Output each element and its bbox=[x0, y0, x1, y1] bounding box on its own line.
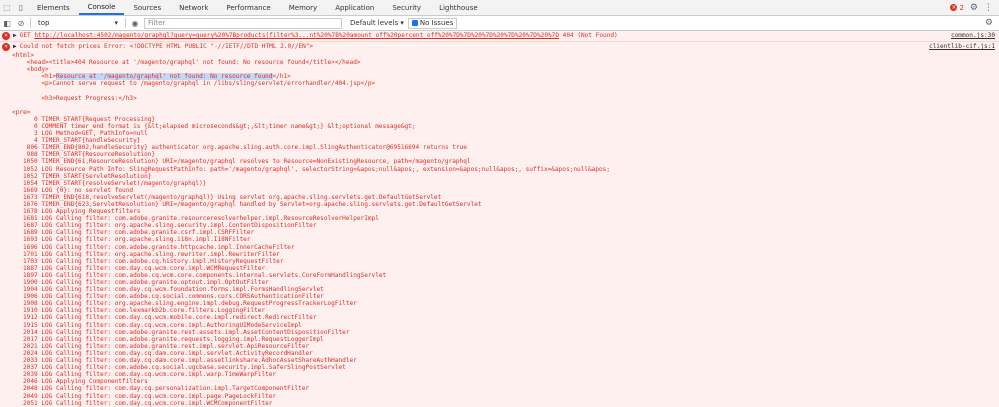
source-link[interactable]: clientlib-cif.js:1 bbox=[923, 43, 995, 51]
source-link[interactable]: common.js:30 bbox=[945, 32, 995, 40]
error-body-line: 1887 LOG Calling filter: com.day.cq.wcm.… bbox=[12, 264, 266, 272]
error-body-line: 1052 TIMER_START{ServletResolution} bbox=[12, 172, 152, 180]
error-body-line bbox=[12, 102, 995, 109]
request-method: GET bbox=[19, 32, 35, 39]
selected-text: Resource at '/magento/graphql' not found… bbox=[56, 73, 273, 81]
filter-input[interactable]: Filter bbox=[144, 17, 342, 29]
error-body-line: 1676 TIMER_END{623,ServletResolution} UR… bbox=[12, 200, 482, 208]
error-body-line: 2017 LOG Calling filter: com.adobe.grani… bbox=[12, 335, 324, 343]
h1-close-tag: </h1> bbox=[272, 73, 291, 81]
issues-label: No Issues bbox=[419, 19, 454, 27]
tab-elements[interactable]: Elements bbox=[28, 0, 79, 15]
clear-console-icon[interactable]: ⊘ bbox=[16, 18, 26, 28]
h1-open-tag: <h1> bbox=[12, 73, 57, 81]
expand-caret-icon[interactable]: ▶ bbox=[13, 43, 17, 51]
error-body-line bbox=[12, 87, 995, 94]
issues-icon bbox=[411, 20, 418, 26]
chevron-down-icon: ▾ bbox=[114, 19, 118, 27]
error-body-line: 1915 LOG Calling filter: com.day.cq.wcm.… bbox=[12, 321, 302, 329]
inspect-icon[interactable]: ⬚ bbox=[0, 0, 14, 15]
divider bbox=[125, 18, 126, 28]
error-count: 2 bbox=[959, 3, 964, 12]
eye-icon[interactable]: ◉ bbox=[130, 18, 140, 28]
device-toolbar-icon[interactable]: ▯ bbox=[14, 0, 28, 15]
expand-caret-icon[interactable]: ▶ bbox=[13, 32, 17, 40]
error-body-line: 1681 LOG Calling filter: com.adobe.grani… bbox=[12, 215, 379, 223]
error-body-line: <p>Cannot serve request to /magento/grap… bbox=[12, 80, 376, 88]
error-body-line: 2024 LOG Calling filter: com.day.cq.dam.… bbox=[12, 349, 313, 357]
error-body-line: 1054 TIMER_START{resolveServlet(/magento… bbox=[12, 179, 207, 187]
error-body-line: <pre> bbox=[12, 108, 31, 116]
error-message-text: Could not fetch prices Error: <!DOCTYPE … bbox=[19, 43, 314, 50]
error-body-line: 1703 LOG Calling filter: com.adobe.cq.hi… bbox=[12, 257, 284, 265]
error-body-line: 1687 LOG Calling filter: org.apache.slin… bbox=[12, 222, 317, 230]
error-body-line: 1673 TIMER_END{618,resolveServlet(/magen… bbox=[12, 193, 442, 201]
error-body-line: 1906 LOG Calling filter: com.adobe.cq.so… bbox=[12, 293, 324, 301]
context-selector[interactable]: top ▾ bbox=[35, 19, 121, 27]
issues-button[interactable]: No Issues bbox=[407, 17, 458, 29]
error-body-line: 2014 LOG Calling filter: com.adobe.grani… bbox=[12, 328, 350, 336]
request-url-link[interactable]: http://localhost:4502/magento/graphql?qu… bbox=[34, 32, 559, 39]
devtools-tabbar: ⬚ ▯ Elements Console Sources Network Per… bbox=[0, 0, 999, 16]
error-body-line: <h3>Request Progress:</h3> bbox=[12, 94, 137, 102]
error-body-line: <body> bbox=[12, 66, 49, 74]
error-body-line: 806 TIMER_END{802,handleSecurity} authen… bbox=[12, 144, 467, 152]
error-body-line: 1678 LOG Applying Requestfilters bbox=[12, 208, 141, 216]
divider bbox=[30, 18, 31, 28]
error-body-line: 2021 LOG Calling filter: com.adobe.grani… bbox=[12, 342, 310, 350]
error-body-line: 2049 LOG Calling filter: com.day.cq.wcm.… bbox=[12, 392, 277, 400]
console-settings-gear-icon[interactable]: ⚙ bbox=[985, 18, 999, 28]
error-message-body: <html> <head><title>404 Resource at '/ma… bbox=[0, 52, 999, 407]
error-body-line: 0 COMMENT timer_end format is {&lt;elaps… bbox=[12, 122, 416, 130]
error-body-line: 1669 LOG {0}: no servlet found bbox=[12, 186, 134, 194]
error-counter[interactable]: × 2 bbox=[950, 3, 964, 12]
error-body-line: 1900 LOG Calling filter: com.adobe.grani… bbox=[12, 279, 269, 286]
error-body-line: 1897 LOG Calling filter: com.adobe.cq.wc… bbox=[12, 271, 387, 279]
error-body-line: 2033 LOG Calling filter: com.day.cq.dam.… bbox=[12, 357, 357, 365]
tab-security[interactable]: Security bbox=[383, 0, 430, 15]
error-body-line: 0 TIMER_START{Request Processing} bbox=[12, 115, 156, 123]
error-body-line: 2048 LOG Calling filter: com.day.cq.pers… bbox=[12, 385, 310, 393]
context-value: top bbox=[38, 19, 50, 27]
tab-sources[interactable]: Sources bbox=[124, 0, 170, 15]
error-body-line: 2039 LOG Calling filter: com.day.cq.wcm.… bbox=[12, 371, 277, 379]
error-icon: × bbox=[2, 43, 10, 51]
more-options-icon[interactable]: ⋮ bbox=[984, 3, 993, 13]
error-body-line: 1701 LOG Calling filter: org.apache.slin… bbox=[12, 250, 280, 258]
tab-network[interactable]: Network bbox=[170, 0, 217, 15]
error-body-line: 1052 LOG Resource Path Info: SlingReques… bbox=[12, 165, 611, 173]
error-body-line: 1910 LOG Calling filter: com.lexmarkb2b.… bbox=[12, 307, 266, 315]
error-body-line: 1693 LOG Calling filter: org.apache.slin… bbox=[12, 236, 251, 244]
error-body-line: 2051 LOG Calling filter: com.day.cq.wcm.… bbox=[12, 399, 273, 407]
tab-console[interactable]: Console bbox=[78, 0, 125, 15]
tab-lighthouse[interactable]: Lighthouse bbox=[430, 0, 487, 15]
error-body-line: 1908 LOG Calling filter: org.apache.slin… bbox=[12, 300, 357, 308]
console-message-fetch-error: × ▶ Could not fetch prices Error: <!DOCT… bbox=[0, 42, 999, 52]
error-body-line: 1689 LOG Calling filter: com.adobe.grani… bbox=[12, 229, 255, 237]
error-body-line: 2046 LOG Applying Componentfilters bbox=[12, 378, 148, 386]
error-body-line: 1050 TIMER_END{61,ResourceResolution} UR… bbox=[12, 158, 471, 166]
levels-dropdown[interactable]: Default levels ▾ bbox=[350, 19, 404, 27]
console-toolbar: ◧ ⊘ top ▾ ◉ Filter Default levels ▾ No I… bbox=[0, 16, 999, 31]
console-message-network-error: × ▶ GET http://localhost:4502/magento/gr… bbox=[0, 31, 999, 42]
error-body-line: <head><title>404 Resource at '/magento/g… bbox=[12, 59, 361, 67]
error-body-line: 4 TIMER_START{handleSecurity} bbox=[12, 137, 141, 145]
sidebar-toggle-icon[interactable]: ◧ bbox=[2, 18, 12, 28]
tab-performance[interactable]: Performance bbox=[217, 0, 279, 15]
error-body-line: 1696 LOG Calling filter: com.adobe.grani… bbox=[12, 243, 295, 251]
error-body-line: 1912 LOG Calling filter: com.day.cq.wcm.… bbox=[12, 314, 317, 322]
error-icon: × bbox=[950, 4, 958, 11]
error-body-line: 1904 LOG Calling filter: com.day.cq.wcm.… bbox=[12, 286, 324, 294]
status-text: 404 (Not Found) bbox=[559, 32, 618, 39]
tab-application[interactable]: Application bbox=[326, 0, 383, 15]
console-output: × ▶ GET http://localhost:4502/magento/gr… bbox=[0, 31, 999, 407]
error-body-line: 3 LOG Method=GET, PathInfo=null bbox=[12, 130, 148, 138]
error-body-line: 988 TIMER_START{ResourceResolution} bbox=[12, 151, 156, 159]
settings-gear-icon[interactable]: ⚙ bbox=[970, 3, 978, 13]
error-body-line: <html> bbox=[12, 52, 35, 59]
error-body-line: 2037 LOG Calling filter: com.adobe.cq.so… bbox=[12, 364, 346, 372]
error-icon: × bbox=[2, 32, 10, 40]
error-body-line: <h1>Resource at '/magento/graphql' not f… bbox=[12, 73, 995, 81]
tab-memory[interactable]: Memory bbox=[280, 0, 326, 15]
